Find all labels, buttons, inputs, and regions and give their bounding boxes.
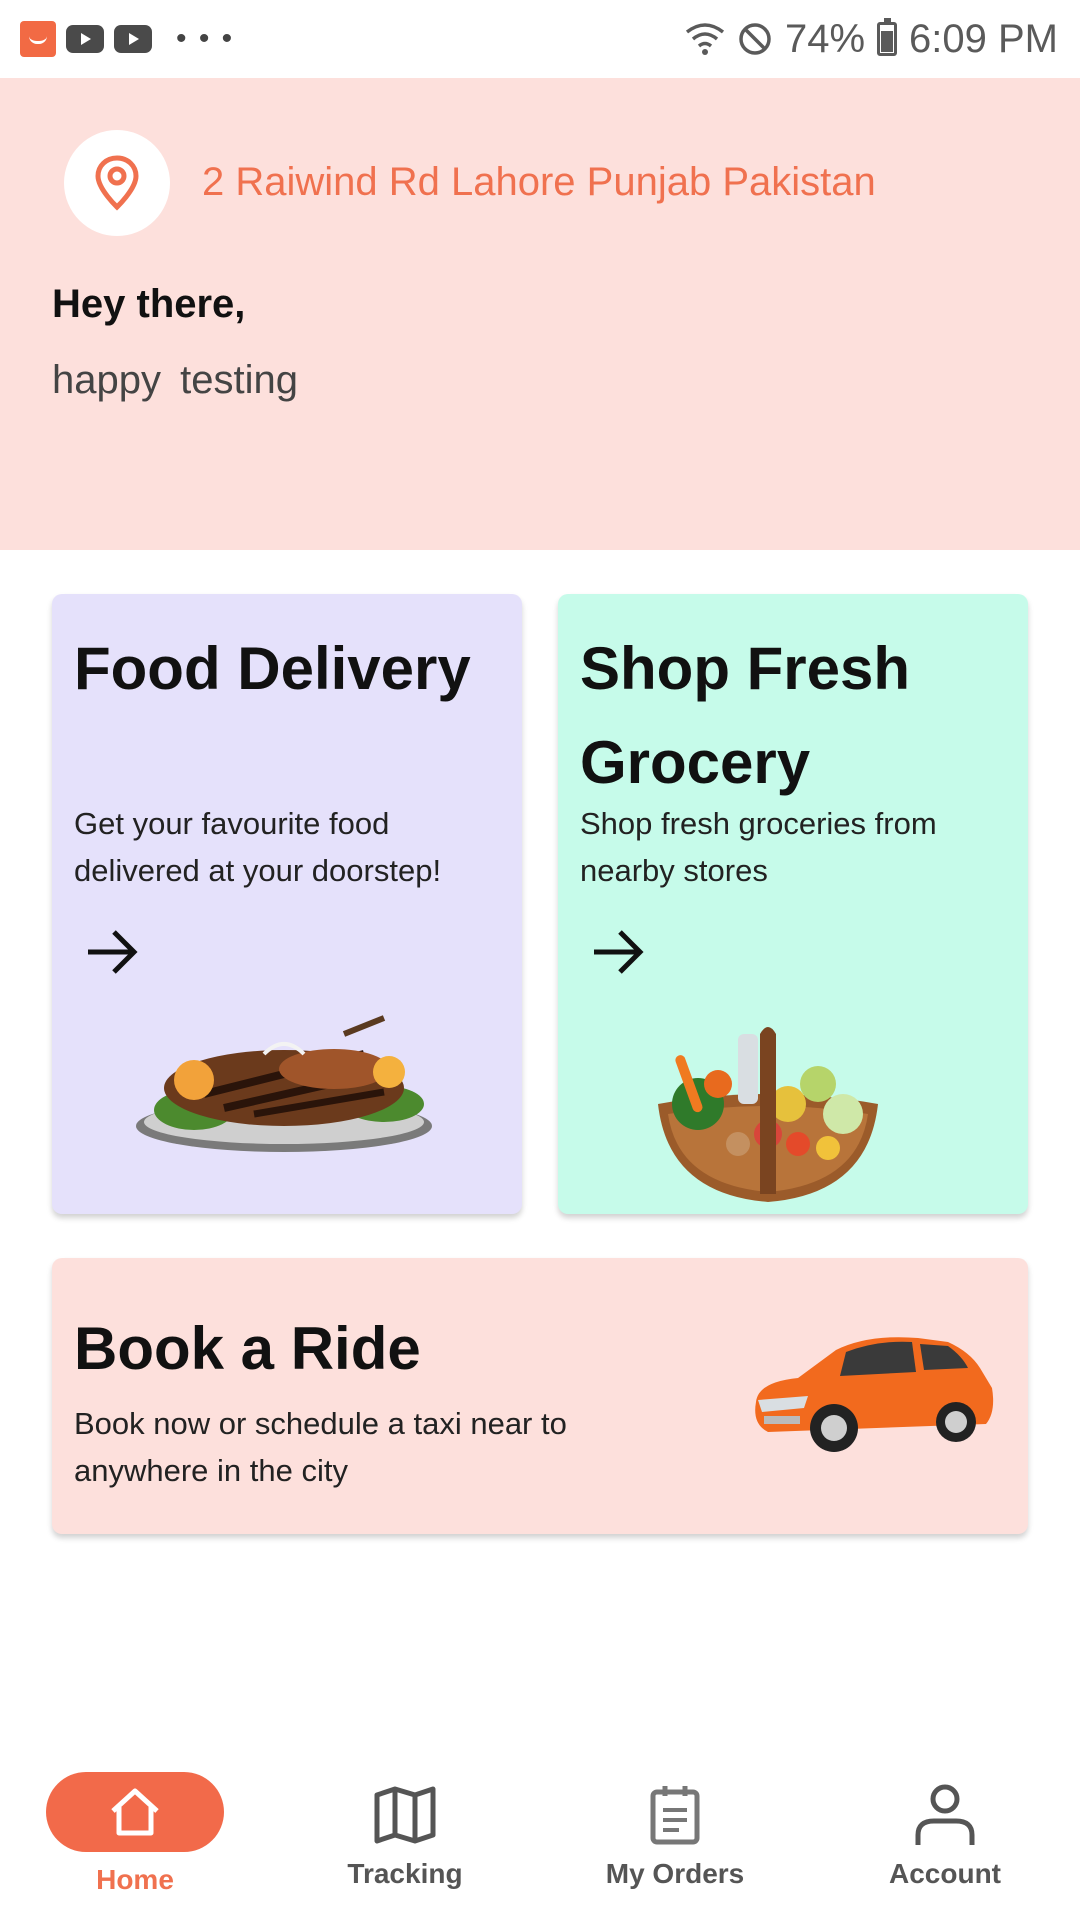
card-description: Shop fresh groceries from nearby stores: [580, 806, 937, 888]
grocery-basket-image: [658, 1027, 878, 1202]
home-active-pill[interactable]: [46, 1772, 224, 1852]
battery-icon: [877, 18, 898, 56]
battery-percent: 74%: [784, 16, 866, 61]
youtube-icon: [114, 25, 152, 53]
nav-item-tracking[interactable]: Tracking: [270, 1740, 540, 1920]
bottom-navigation: Home Tracking My Orders Account: [0, 1740, 1080, 1920]
youtube-icon: [66, 25, 104, 53]
card-title: Shop Fresh Grocery: [580, 635, 911, 796]
nav-label: My Orders: [605, 1858, 745, 1889]
nav-item-my-orders[interactable]: My Orders: [540, 1740, 810, 1920]
nav-item-account[interactable]: Account: [810, 1740, 1080, 1920]
map-icon: [374, 1786, 436, 1844]
header-panel: 2 Raiwind Rd Lahore Punjab Pakistan Hey …: [0, 78, 1080, 550]
wifi-icon: [685, 23, 725, 55]
location-pin-icon: [95, 155, 139, 211]
grocery-card[interactable]: Shop Fresh Grocery Shop fresh groceries …: [558, 594, 1028, 1214]
location-button[interactable]: [64, 130, 170, 236]
greeting-subtitle: happy testing: [52, 358, 298, 402]
card-title: Book a Ride: [74, 1315, 421, 1382]
status-bar-left: • • •: [20, 21, 234, 57]
card-title: Food Delivery: [74, 635, 471, 702]
food-platter-image: [136, 1015, 432, 1152]
status-bar-right: 74% 6:09 PM: [685, 17, 1058, 62]
delivery-address[interactable]: 2 Raiwind Rd Lahore Punjab Pakistan: [202, 160, 876, 205]
app-notification-icon: [20, 21, 56, 57]
nav-label: Account: [889, 1858, 1001, 1889]
arrow-right-icon[interactable]: [588, 922, 648, 982]
status-bar: • • • 74% 6:09 PM: [0, 0, 1080, 78]
more-notifications-icon: • • •: [176, 22, 235, 55]
card-description: Get your favourite food delivered at you…: [74, 806, 442, 888]
greeting-title: Hey there,: [52, 282, 246, 326]
car-image: [755, 1337, 994, 1452]
clipboard-icon: [650, 1786, 700, 1845]
food-delivery-card[interactable]: Food Delivery Get your favourite food de…: [52, 594, 522, 1214]
do-not-disturb-icon: [739, 23, 771, 55]
clock: 6:09 PM: [909, 16, 1058, 61]
card-description: Book now or schedule a taxi near to anyw…: [74, 1406, 567, 1488]
nav-label: Tracking: [347, 1858, 463, 1889]
home-icon: [111, 1788, 159, 1836]
nav-label: Home: [96, 1864, 174, 1895]
book-ride-card[interactable]: Book a Ride Book now or schedule a taxi …: [52, 1258, 1028, 1534]
arrow-right-icon[interactable]: [82, 922, 142, 982]
user-icon: [915, 1784, 975, 1845]
nav-item-home[interactable]: Home: [0, 1740, 270, 1920]
